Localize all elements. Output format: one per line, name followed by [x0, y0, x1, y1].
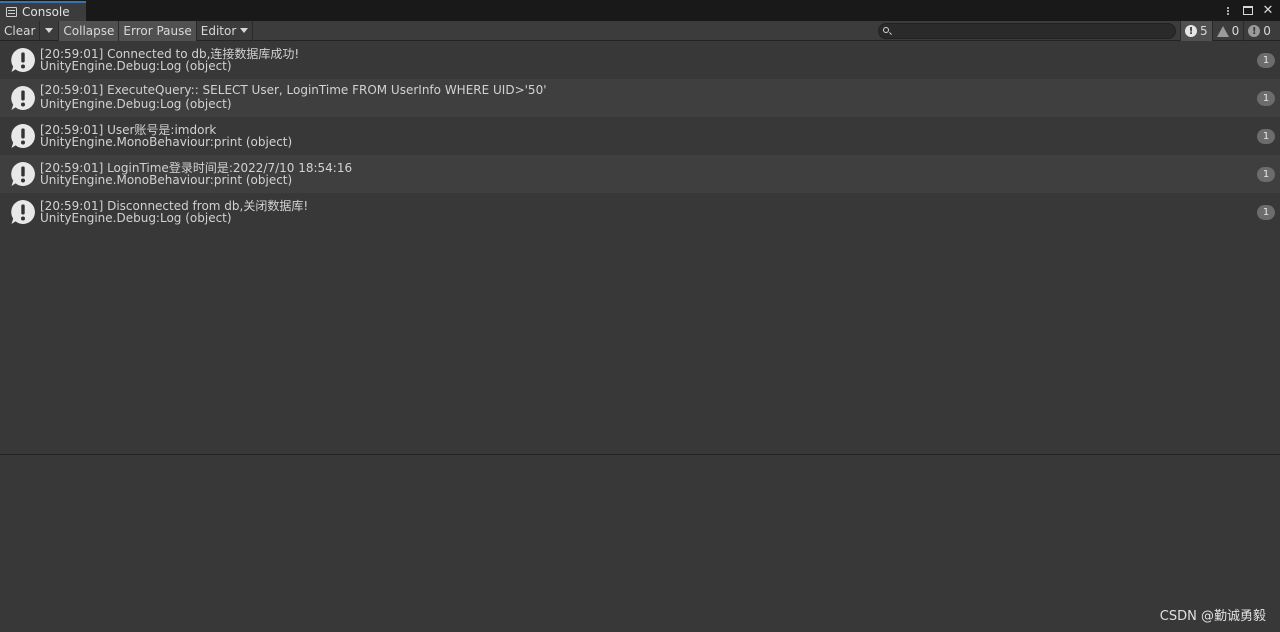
warning-filter-toggle[interactable]: 0 — [1211, 21, 1244, 41]
clear-options-dropdown[interactable] — [40, 20, 60, 41]
chevron-down-icon — [240, 28, 249, 33]
info-bubble-icon — [11, 48, 35, 72]
log-stacktrace: UnityEngine.MonoBehaviour:print (object) — [40, 173, 293, 187]
console-icon — [6, 7, 17, 17]
log-entry[interactable]: [20:59:01] Disconnected from db,关闭数据库! U… — [0, 193, 1280, 231]
log-filter-counters: ! 5 0 ! 0 — [1180, 21, 1275, 41]
collapse-toggle[interactable]: Collapse — [59, 20, 120, 41]
log-detail-pane — [0, 455, 1280, 632]
error-pause-toggle[interactable]: Error Pause — [119, 20, 197, 41]
log-entry[interactable]: [20:59:01] LoginTime登录时间是:2022/7/10 18:5… — [0, 155, 1280, 193]
log-count-badge: 1 — [1257, 129, 1275, 144]
log-stacktrace: UnityEngine.MonoBehaviour:print (object) — [40, 135, 293, 149]
window-controls: ✕ — [1220, 0, 1280, 21]
console-tab-label: Console — [22, 5, 70, 19]
log-list: [20:59:01] Connected to db,连接数据库成功! Unit… — [0, 41, 1280, 231]
clear-button[interactable]: Clear — [0, 20, 41, 41]
error-icon: ! — [1248, 25, 1261, 37]
info-count: 5 — [1200, 24, 1208, 38]
log-count-badge: 1 — [1257, 167, 1275, 182]
info-icon: ! — [1185, 25, 1197, 37]
log-count-badge: 1 — [1257, 205, 1275, 220]
info-bubble-icon — [11, 200, 35, 224]
log-entry[interactable]: [20:59:01] User账号是:imdork UnityEngine.Mo… — [0, 117, 1280, 155]
console-toolbar: Clear Collapse Error Pause Editor ! 5 0 … — [0, 20, 1280, 41]
close-icon[interactable]: ✕ — [1260, 3, 1276, 19]
more-options-icon[interactable] — [1220, 3, 1236, 19]
log-count-badge: 1 — [1257, 53, 1275, 68]
warning-icon — [1216, 25, 1229, 37]
info-filter-toggle[interactable]: ! 5 — [1180, 21, 1212, 41]
maximize-button[interactable] — [1240, 3, 1256, 19]
info-bubble-icon — [11, 124, 35, 148]
search-icon — [883, 27, 889, 33]
warning-count: 0 — [1231, 24, 1240, 38]
log-entry[interactable]: [20:59:01] ExecuteQuery:: SELECT User, L… — [0, 79, 1280, 117]
log-stacktrace: UnityEngine.Debug:Log (object) — [40, 59, 232, 73]
log-stacktrace: UnityEngine.Debug:Log (object) — [40, 97, 232, 111]
info-bubble-icon — [11, 86, 35, 110]
watermark: CSDN @勤诚勇毅 — [1159, 609, 1266, 624]
maximize-icon — [1243, 6, 1253, 15]
log-message: [20:59:01] ExecuteQuery:: SELECT User, L… — [40, 83, 547, 97]
error-filter-toggle[interactable]: ! 0 — [1243, 21, 1275, 41]
error-count: 0 — [1263, 24, 1271, 38]
info-bubble-icon — [11, 162, 35, 186]
editor-dropdown-label: Editor — [200, 23, 237, 38]
search-input[interactable] — [878, 23, 1176, 39]
window-titlebar: Console ✕ — [0, 0, 1280, 21]
editor-dropdown[interactable]: Editor — [197, 20, 254, 41]
log-stacktrace: UnityEngine.Debug:Log (object) — [40, 211, 232, 225]
chevron-down-icon — [45, 28, 54, 33]
console-tab[interactable]: Console — [0, 1, 86, 21]
log-entry[interactable]: [20:59:01] Connected to db,连接数据库成功! Unit… — [0, 41, 1280, 79]
log-count-badge: 1 — [1257, 91, 1275, 106]
